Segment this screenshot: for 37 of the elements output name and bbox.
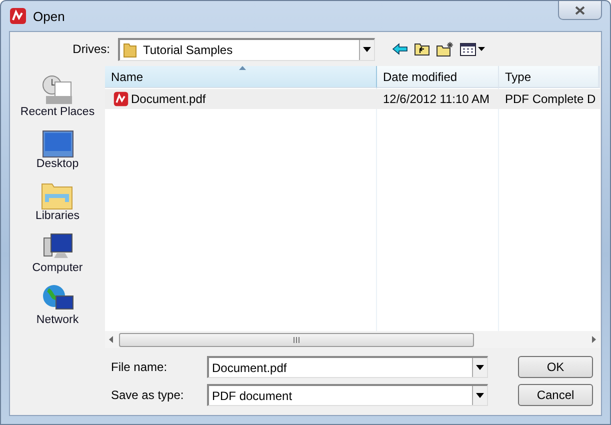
pdf-icon bbox=[113, 91, 129, 107]
drives-dropdown[interactable]: Tutorial Samples bbox=[118, 38, 375, 60]
up-folder-icon[interactable] bbox=[414, 42, 430, 56]
ok-button[interactable]: OK bbox=[518, 356, 593, 378]
scroll-left-icon[interactable] bbox=[109, 336, 113, 343]
file-name: Document.pdf bbox=[131, 92, 206, 106]
monitor-icon bbox=[42, 130, 74, 158]
column-header[interactable]: Date modified bbox=[377, 66, 499, 88]
clock-documents-icon bbox=[40, 74, 74, 106]
sort-arrow-icon bbox=[239, 66, 246, 70]
column-header[interactable]: Name bbox=[105, 66, 377, 88]
file-row[interactable]: Document.pdf 12/6/2012 11:10 AM PDF Complete D bbox=[105, 89, 600, 109]
scroll-thumb[interactable] bbox=[119, 332, 474, 346]
folder-icon bbox=[123, 42, 137, 58]
horizontal-scrollbar[interactable] bbox=[105, 331, 600, 348]
window-title: Open bbox=[33, 8, 65, 24]
close-icon bbox=[575, 6, 585, 14]
place-item[interactable]: Computer bbox=[32, 222, 83, 274]
close-button[interactable] bbox=[558, 1, 602, 20]
scroll-right-icon[interactable] bbox=[592, 336, 596, 343]
place-item[interactable]: Desktop bbox=[36, 118, 79, 170]
file-name-field[interactable]: Document.pdf bbox=[207, 356, 488, 378]
place-item[interactable]: Network bbox=[36, 274, 79, 326]
table-cell: 12/6/2012 11:10 AM bbox=[383, 92, 490, 106]
pdf-icon bbox=[9, 7, 27, 25]
table-cell: PDF Complete D bbox=[505, 92, 596, 106]
column-header[interactable]: Type bbox=[499, 66, 599, 88]
back-arrow-icon[interactable] bbox=[392, 43, 408, 55]
place-item[interactable]: Libraries bbox=[35, 170, 80, 222]
drives-label: Drives: bbox=[72, 42, 111, 56]
cancel-button[interactable]: Cancel bbox=[518, 384, 593, 406]
place-item[interactable]: Recent Places bbox=[20, 66, 95, 118]
file-type-dropdown[interactable]: PDF document bbox=[207, 384, 488, 406]
file-name-label: File name: bbox=[111, 360, 168, 374]
file-type-label: Save as type: bbox=[111, 388, 185, 402]
view-menu-icon[interactable] bbox=[460, 42, 486, 56]
new-folder-icon[interactable] bbox=[436, 42, 454, 56]
